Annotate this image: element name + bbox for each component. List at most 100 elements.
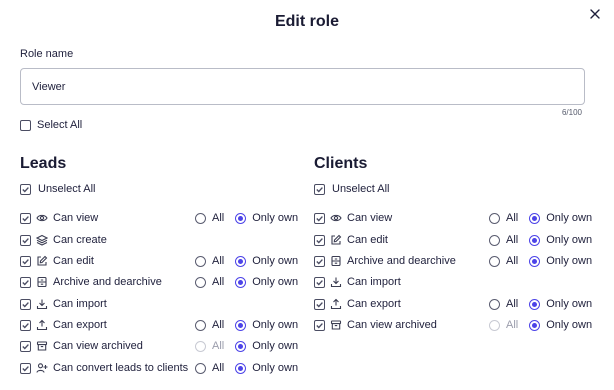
archive-icon [36, 276, 48, 288]
radio-all-label: All [212, 362, 225, 374]
scope-radio-group: All Only own [489, 297, 603, 311]
permission-row[interactable]: Can view All Only own [314, 211, 604, 225]
radio-all-label: All [212, 212, 225, 224]
radio-only-own-label: Only own [546, 319, 593, 331]
permission-label: Can import [53, 298, 107, 310]
import-icon [330, 276, 342, 288]
role-name-input[interactable] [20, 68, 585, 105]
radio-all[interactable] [489, 255, 500, 267]
radio-only-own[interactable] [235, 212, 247, 224]
checkbox-icon[interactable] [20, 119, 31, 131]
permission-label: Can import [347, 276, 401, 288]
permission-label: Can export [53, 319, 107, 331]
scope-radio-group: All Only own [195, 339, 309, 353]
close-icon[interactable] [588, 7, 602, 21]
checkbox-checked-icon[interactable] [20, 183, 31, 195]
scope-radio-group: All Only own [195, 361, 309, 375]
checkbox-checked-icon[interactable] [20, 212, 31, 224]
archive-box-icon [330, 319, 342, 331]
scope-radio-group: All Only own [489, 233, 603, 247]
leads-unselect-all[interactable]: Unselect All [20, 183, 95, 195]
radio-only-own[interactable] [235, 276, 247, 288]
radio-only-own[interactable] [529, 298, 541, 310]
radio-all-label: All [212, 340, 225, 352]
permission-label: Can view [347, 212, 393, 224]
page-title: Edit role [274, 13, 339, 30]
radio-all[interactable] [195, 255, 206, 267]
permission-row[interactable]: Can view All Only own [20, 211, 310, 225]
role-name-label: Role name [20, 48, 74, 60]
radio-only-own[interactable] [235, 255, 247, 267]
permission-row[interactable]: Can export All Only own [314, 297, 604, 311]
radio-only-own[interactable] [529, 255, 541, 267]
radio-all[interactable] [489, 212, 500, 224]
permission-row[interactable]: Can edit All Only own [20, 254, 310, 268]
character-counter: 6/100 [561, 108, 582, 117]
radio-only-own[interactable] [235, 340, 247, 352]
radio-only-own[interactable] [529, 234, 541, 246]
radio-only-own-label: Only own [252, 340, 299, 352]
permission-label: Can convert leads to clients [53, 362, 189, 374]
radio-all[interactable] [489, 234, 500, 246]
radio-all[interactable] [195, 276, 206, 288]
select-all-label: Select All [37, 119, 83, 131]
scope-radio-group: All Only own [195, 211, 309, 225]
checkbox-checked-icon[interactable] [20, 276, 31, 288]
permission-row[interactable]: Can import [314, 275, 604, 289]
permission-row[interactable]: Can export All Only own [20, 318, 310, 332]
checkbox-checked-icon[interactable] [20, 340, 31, 352]
permission-label: Can view archived [347, 319, 437, 331]
radio-all[interactable] [195, 319, 206, 331]
permission-row[interactable]: Can create [20, 233, 310, 247]
permission-row[interactable]: Archive and dearchive All Only own [314, 254, 604, 268]
checkbox-checked-icon[interactable] [20, 362, 31, 374]
permission-label: Can edit [53, 255, 94, 267]
import-icon [36, 298, 48, 310]
radio-all-label: All [506, 212, 519, 224]
permission-label: Can edit [347, 234, 388, 246]
permission-row[interactable]: Can edit All Only own [314, 233, 604, 247]
select-all-checkbox[interactable]: Select All [20, 119, 82, 131]
checkbox-checked-icon[interactable] [20, 255, 31, 267]
checkbox-checked-icon[interactable] [314, 212, 325, 224]
checkbox-checked-icon[interactable] [314, 276, 325, 288]
radio-only-own[interactable] [529, 212, 541, 224]
radio-all-label: All [506, 255, 519, 267]
checkbox-checked-icon[interactable] [20, 319, 31, 331]
clients-unselect-all[interactable]: Unselect All [314, 183, 389, 195]
checkbox-checked-icon[interactable] [314, 183, 325, 195]
permission-row[interactable]: Can convert leads to clients All Only own [20, 361, 310, 375]
permission-row[interactable]: Archive and dearchive All Only own [20, 275, 310, 289]
radio-all[interactable] [195, 362, 206, 374]
permission-row[interactable]: Can view archived All Only own [20, 339, 310, 353]
radio-all-label: All [212, 319, 225, 331]
radio-all[interactable] [489, 298, 500, 310]
permission-row[interactable]: Can import [20, 297, 310, 311]
checkbox-checked-icon[interactable] [314, 298, 325, 310]
radio-all-label: All [506, 298, 519, 310]
radio-all-label: All [506, 319, 519, 331]
permission-row[interactable]: Can view archived All Only own [314, 318, 604, 332]
leads-heading: Leads [20, 155, 67, 172]
leads-section: Leads Unselect All Can view All Only own Ca… [20, 155, 310, 374]
checkbox-checked-icon[interactable] [314, 319, 325, 331]
radio-all[interactable] [195, 212, 206, 224]
radio-only-own-label: Only own [252, 276, 299, 288]
edit-icon [330, 234, 342, 246]
radio-only-own[interactable] [235, 362, 247, 374]
export-icon [330, 298, 342, 310]
radio-only-own-label: Only own [546, 212, 593, 224]
radio-all [195, 340, 206, 352]
radio-only-own[interactable] [235, 319, 247, 331]
radio-only-own[interactable] [529, 319, 541, 331]
permission-label: Archive and dearchive [53, 276, 162, 288]
scope-radio-group: All Only own [195, 254, 309, 268]
clients-heading: Clients [314, 155, 368, 172]
checkbox-checked-icon[interactable] [20, 298, 31, 310]
radio-only-own-label: Only own [252, 319, 299, 331]
checkbox-checked-icon[interactable] [314, 234, 325, 246]
scope-radio-group: All Only own [489, 211, 603, 225]
checkbox-checked-icon[interactable] [314, 255, 325, 267]
radio-only-own-label: Only own [252, 255, 299, 267]
checkbox-checked-icon[interactable] [20, 234, 31, 246]
